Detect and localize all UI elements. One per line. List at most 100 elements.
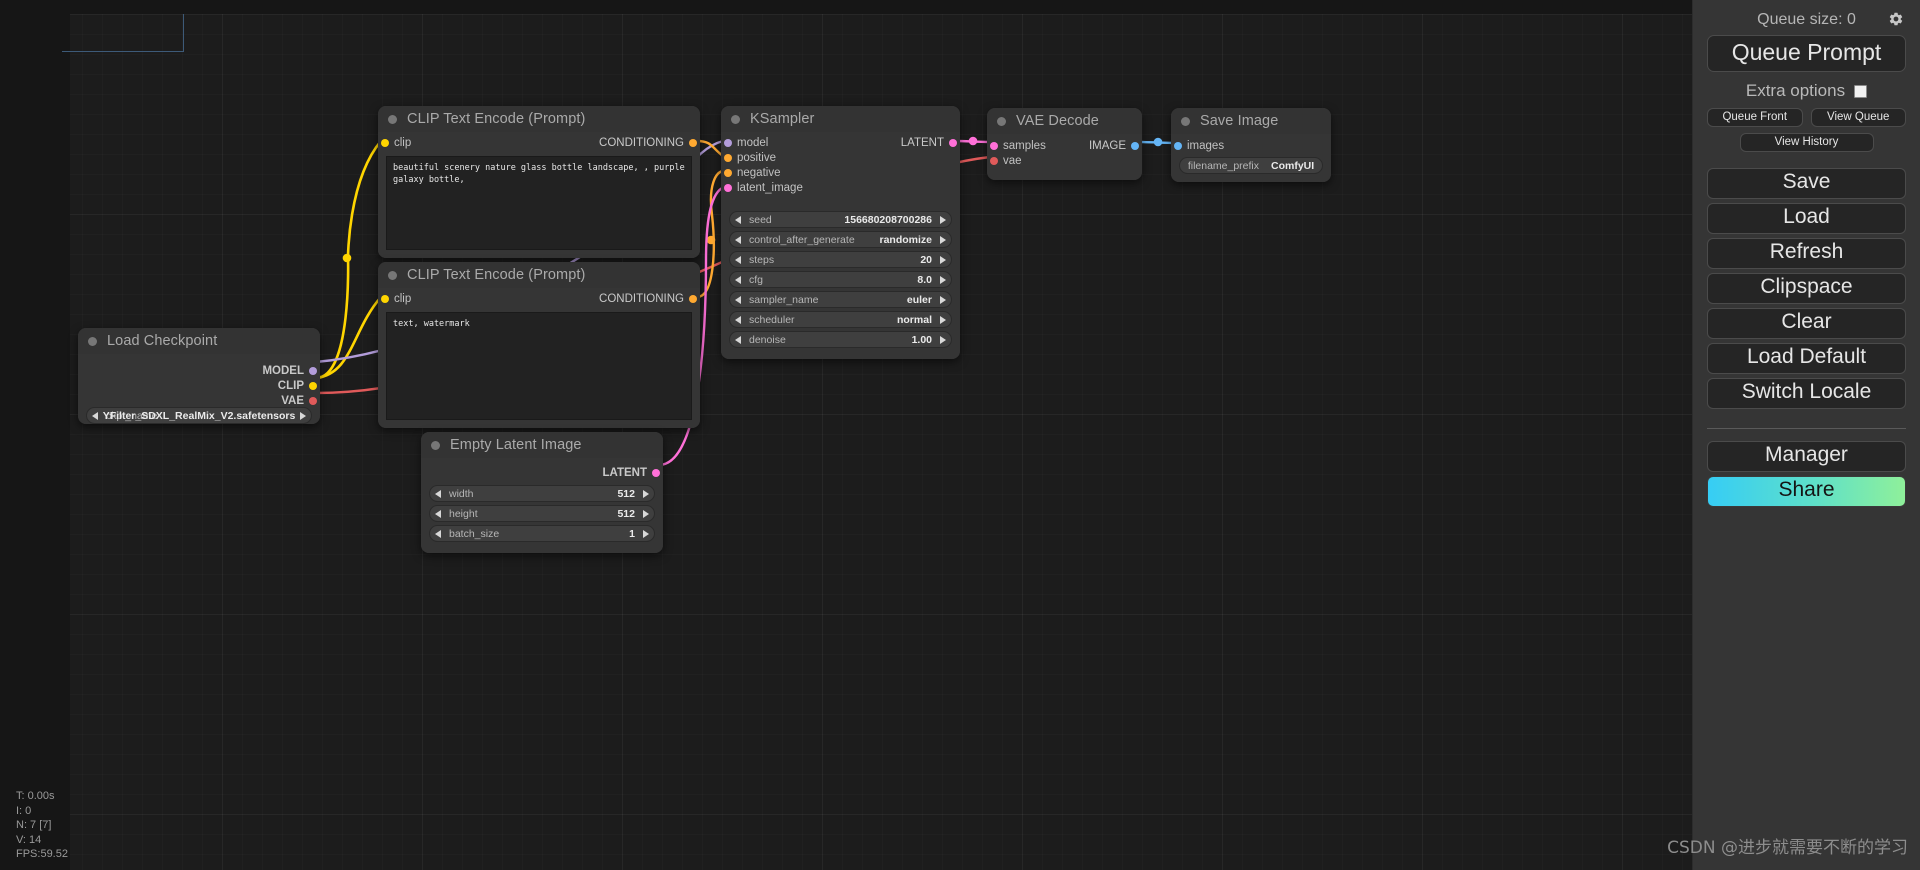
collapse-icon[interactable] xyxy=(1181,116,1190,126)
increment-arrow-icon[interactable] xyxy=(300,411,306,420)
port-conditioning-output[interactable]: CONDITIONING xyxy=(589,291,700,306)
load-default-button[interactable]: Load Default xyxy=(1707,343,1906,374)
port-clip-input[interactable]: clip xyxy=(378,291,421,306)
node-ksampler[interactable]: KSampler model positive negative latent_… xyxy=(721,106,960,359)
port-image-output[interactable]: IMAGE xyxy=(1079,138,1142,153)
port-latent-output[interactable]: LATENT xyxy=(592,465,663,480)
widget-steps[interactable]: steps 20 xyxy=(729,251,952,268)
decrement-arrow-icon[interactable] xyxy=(435,489,441,498)
increment-arrow-icon[interactable] xyxy=(643,489,649,498)
increment-arrow-icon[interactable] xyxy=(643,529,649,538)
graph-canvas[interactable]: CLIP Text Encode (Prompt) clip CONDITION… xyxy=(0,0,1692,870)
collapse-icon[interactable] xyxy=(731,114,740,124)
widget-ckpt-name[interactable]: ckpt_name YFilter_SDXL_RealMix_V2.safete… xyxy=(86,407,312,424)
node-clip-text-encode-positive[interactable]: CLIP Text Encode (Prompt) clip CONDITION… xyxy=(378,106,700,258)
model-port-dot[interactable] xyxy=(309,366,317,375)
widget-value[interactable]: ComfyUI xyxy=(1259,160,1318,172)
port-clip-input[interactable]: clip xyxy=(378,135,421,150)
clip-port-dot[interactable] xyxy=(381,294,389,303)
decrement-arrow-icon[interactable] xyxy=(735,255,741,264)
decrement-arrow-icon[interactable] xyxy=(735,215,741,224)
clip-port-dot[interactable] xyxy=(309,381,317,390)
increment-arrow-icon[interactable] xyxy=(940,315,946,324)
node-load-checkpoint[interactable]: Load Checkpoint MODEL CLIP VAE ckpt_name… xyxy=(78,328,320,424)
port-latent-output[interactable]: LATENT xyxy=(891,135,960,150)
clipspace-button[interactable]: Clipspace xyxy=(1707,273,1906,304)
increment-arrow-icon[interactable] xyxy=(940,255,946,264)
widget-control-after-generate[interactable]: control_after_generate randomize xyxy=(729,231,952,248)
positive-port-dot[interactable] xyxy=(724,153,732,162)
latent-image-port-dot[interactable] xyxy=(724,183,732,192)
port-clip-output[interactable]: CLIP xyxy=(268,378,320,393)
widget-width[interactable]: width 512 xyxy=(429,485,655,502)
port-samples-input[interactable]: samples xyxy=(987,138,1077,153)
port-negative-input[interactable]: negative xyxy=(721,165,871,180)
refresh-button[interactable]: Refresh xyxy=(1707,238,1906,269)
decrement-arrow-icon[interactable] xyxy=(735,275,741,284)
port-conditioning-output[interactable]: CONDITIONING xyxy=(589,135,700,150)
increment-arrow-icon[interactable] xyxy=(940,275,946,284)
conditioning-port-dot[interactable] xyxy=(689,138,697,147)
gear-icon[interactable] xyxy=(1888,11,1904,27)
model-port-dot[interactable] xyxy=(724,138,732,147)
widget-batch-size[interactable]: batch_size 1 xyxy=(429,525,655,542)
collapse-icon[interactable] xyxy=(997,116,1006,126)
conditioning-port-dot[interactable] xyxy=(689,294,697,303)
collapse-icon[interactable] xyxy=(88,336,97,346)
decrement-arrow-icon[interactable] xyxy=(735,315,741,324)
latent-port-dot[interactable] xyxy=(652,468,660,477)
save-button[interactable]: Save xyxy=(1707,168,1906,199)
decrement-arrow-icon[interactable] xyxy=(435,509,441,518)
node-title-bar[interactable]: Load Checkpoint xyxy=(78,328,320,354)
images-port-dot[interactable] xyxy=(1174,141,1182,150)
port-vae-output[interactable]: VAE xyxy=(271,393,320,408)
clip-port-dot[interactable] xyxy=(381,138,389,147)
decrement-arrow-icon[interactable] xyxy=(735,295,741,304)
increment-arrow-icon[interactable] xyxy=(940,335,946,344)
port-latent-image-input[interactable]: latent_image xyxy=(721,180,871,195)
image-port-dot[interactable] xyxy=(1131,141,1139,150)
node-save-image[interactable]: Save Image images filename_prefix ComfyU… xyxy=(1171,108,1331,182)
collapse-icon[interactable] xyxy=(431,440,440,450)
latent-port-dot[interactable] xyxy=(949,138,957,147)
node-title-bar[interactable]: Empty Latent Image xyxy=(421,432,663,458)
load-button[interactable]: Load xyxy=(1707,203,1906,234)
share-button[interactable]: Share xyxy=(1707,476,1906,507)
samples-port-dot[interactable] xyxy=(990,141,998,150)
widget-denoise[interactable]: denoise 1.00 xyxy=(729,331,952,348)
queue-prompt-button[interactable]: Queue Prompt xyxy=(1707,35,1906,72)
negative-port-dot[interactable] xyxy=(724,168,732,177)
port-model-output[interactable]: MODEL xyxy=(252,363,320,378)
port-model-input[interactable]: model xyxy=(721,135,871,150)
widget-seed[interactable]: seed 156680208700286 xyxy=(729,211,952,228)
node-title-bar[interactable]: KSampler xyxy=(721,106,960,132)
node-title-bar[interactable]: Save Image xyxy=(1171,108,1331,134)
widget-sampler-name[interactable]: sampler_name euler xyxy=(729,291,952,308)
widget-height[interactable]: height 512 xyxy=(429,505,655,522)
prompt-textarea-negative[interactable]: text, watermark xyxy=(386,312,692,420)
widget-value[interactable]: 156680208700286 xyxy=(844,214,945,226)
manager-button[interactable]: Manager xyxy=(1707,441,1906,472)
widget-scheduler[interactable]: scheduler normal xyxy=(729,311,952,328)
widget-value[interactable]: randomize xyxy=(879,234,945,246)
node-vae-decode[interactable]: VAE Decode samples vae IMAGE xyxy=(987,108,1142,180)
widget-cfg[interactable]: cfg 8.0 xyxy=(729,271,952,288)
decrement-arrow-icon[interactable] xyxy=(735,335,741,344)
clear-button[interactable]: Clear xyxy=(1707,308,1906,339)
widget-value[interactable]: YFilter_SDXL_RealMix_V2.safetensors xyxy=(87,410,311,422)
node-title-bar[interactable]: CLIP Text Encode (Prompt) xyxy=(378,106,700,132)
decrement-arrow-icon[interactable] xyxy=(735,235,741,244)
increment-arrow-icon[interactable] xyxy=(940,295,946,304)
view-queue-button[interactable]: View Queue xyxy=(1810,108,1906,127)
increment-arrow-icon[interactable] xyxy=(940,235,946,244)
increment-arrow-icon[interactable] xyxy=(940,215,946,224)
queue-front-button[interactable]: Queue Front xyxy=(1707,108,1803,127)
decrement-arrow-icon[interactable] xyxy=(435,529,441,538)
vae-port-dot[interactable] xyxy=(990,156,998,165)
collapse-icon[interactable] xyxy=(388,270,397,280)
increment-arrow-icon[interactable] xyxy=(643,509,649,518)
extra-options-checkbox[interactable] xyxy=(1854,84,1868,98)
vae-port-dot[interactable] xyxy=(309,396,317,405)
node-empty-latent-image[interactable]: Empty Latent Image LATENT width 512 heig… xyxy=(421,432,663,553)
node-title-bar[interactable]: CLIP Text Encode (Prompt) xyxy=(378,262,700,288)
